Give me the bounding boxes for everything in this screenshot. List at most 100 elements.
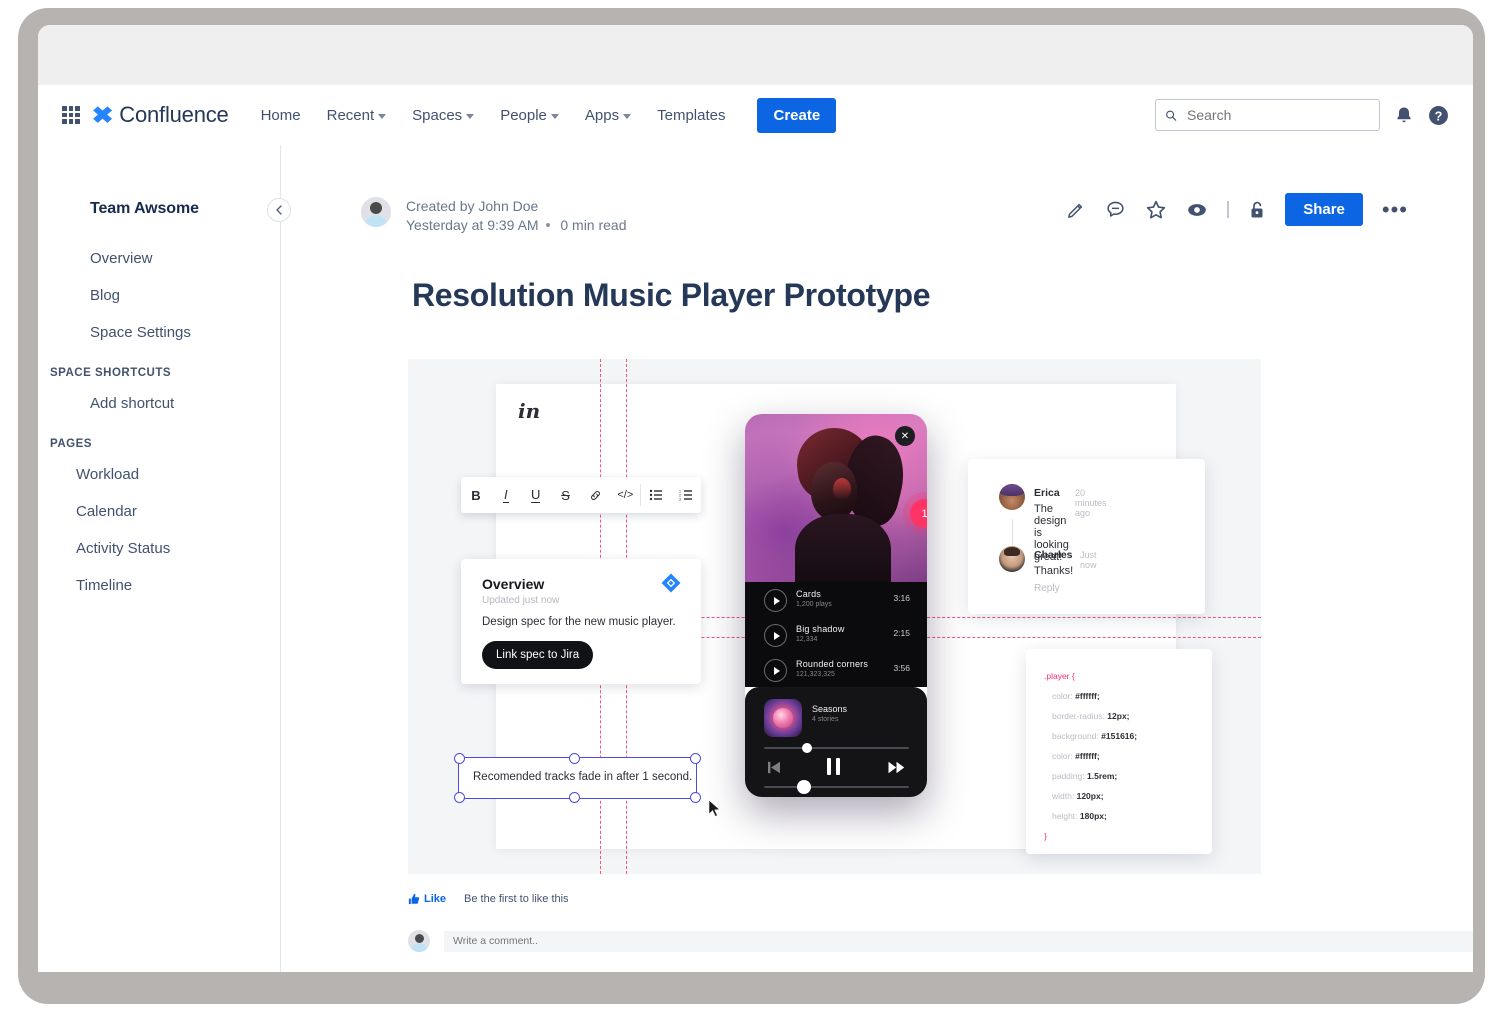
progress-slider[interactable] (764, 743, 909, 753)
close-x-icon[interactable]: ✕ (895, 426, 915, 446)
comment-icon[interactable] (1105, 199, 1126, 220)
search-input[interactable] (1185, 106, 1370, 124)
star-icon[interactable] (1145, 199, 1167, 221)
comment-text: Thanks! (1034, 565, 1074, 577)
code-value: 180px; (1079, 811, 1107, 821)
sidebar-item-timeline[interactable]: Timeline (38, 567, 280, 604)
code-value: 120px; (1076, 791, 1104, 801)
sidebar-collapse-button[interactable] (267, 198, 291, 222)
byline-text: Created by John Doe Yesterday at 9:39 AM… (406, 197, 627, 235)
commenter-avatar (999, 546, 1025, 572)
nav-item-recent[interactable]: Recent (325, 102, 389, 129)
pause-icon[interactable] (827, 758, 840, 780)
space-title: Team Awsome (90, 200, 199, 217)
bell-icon[interactable] (1394, 105, 1414, 125)
help-circle-icon[interactable]: ? (1428, 105, 1449, 126)
commenter-name: Charles (1034, 549, 1073, 561)
like-row: Like Be the first to like this (408, 893, 569, 905)
code-property: color: (1052, 691, 1073, 701)
sidebar-item-add-shortcut[interactable]: Add shortcut (38, 385, 280, 422)
underline-icon[interactable]: U (521, 487, 551, 503)
more-actions-icon[interactable]: ••• (1382, 198, 1408, 220)
chevron-down-icon (466, 113, 475, 119)
progress-slider-thumb[interactable] (802, 743, 812, 753)
code-line: color: #ffffff; (1052, 691, 1100, 701)
unlock-icon[interactable] (1248, 200, 1266, 220)
top-navigation-bar: ✖ Confluence Home Recent Spaces People A… (38, 85, 1473, 146)
sidebar-item-workload[interactable]: Workload (38, 456, 280, 493)
nav-item-home[interactable]: Home (259, 102, 303, 129)
search-box[interactable] (1155, 99, 1380, 131)
eye-icon[interactable] (1186, 199, 1208, 221)
comment-time: Just now (1080, 550, 1097, 570)
resize-handle-tr[interactable] (690, 753, 701, 764)
play-icon[interactable] (764, 589, 787, 612)
like-button[interactable]: Like (408, 893, 446, 905)
chevron-left-icon (276, 205, 282, 215)
share-button[interactable]: Share (1285, 193, 1363, 226)
resize-handle-bm[interactable] (569, 792, 580, 803)
volume-slider-thumb[interactable] (797, 780, 811, 794)
nav-label: Home (260, 106, 301, 124)
comment-input[interactable] (444, 930, 1473, 952)
volume-slider[interactable] (764, 780, 909, 794)
track-row[interactable]: Big shadow 12,334 2:15 (745, 617, 927, 652)
sidebar-item-calendar[interactable]: Calendar (38, 493, 280, 530)
code-property: height: (1052, 811, 1078, 821)
sidebar-item-space-settings[interactable]: Space Settings (38, 314, 280, 351)
comment-reply-link[interactable]: Reply (1034, 583, 1060, 594)
code-value: #151616; (1101, 731, 1138, 741)
track-plays: 1,200 plays (796, 601, 832, 608)
strikethrough-icon[interactable]: S (551, 488, 581, 503)
selected-textbox[interactable]: Recomended tracks fade in after 1 second… (454, 753, 701, 803)
track-row[interactable]: Cards 1,200 plays 3:16 (745, 582, 927, 617)
music-player-phone-mockup: ✕ Cards 1,200 plays 3:16 Big shadow 12,3… (745, 414, 927, 797)
nav-item-spaces[interactable]: Spaces (410, 102, 476, 129)
like-note: Be the first to like this (464, 893, 569, 905)
resize-handle-br[interactable] (690, 792, 701, 803)
italic-icon[interactable]: I (491, 487, 521, 503)
comment-row (408, 930, 1473, 952)
nav-item-templates[interactable]: Templates (655, 102, 727, 129)
nav-right-group: ? (1155, 99, 1449, 131)
app-switcher-icon[interactable] (62, 106, 80, 124)
code-closer: } (1044, 831, 1047, 841)
sidebar-item-blog[interactable]: Blog (38, 277, 280, 314)
track-name: Rounded corners (796, 659, 869, 669)
current-user-avatar (408, 930, 430, 952)
resize-handle-tl[interactable] (454, 753, 465, 764)
rewind-icon[interactable] (767, 761, 782, 779)
resize-handle-bl[interactable] (454, 792, 465, 803)
code-value: 12px; (1107, 711, 1130, 721)
nav-item-apps[interactable]: Apps (583, 102, 633, 129)
selected-textbox-text: Recomended tracks fade in after 1 second… (473, 771, 693, 783)
resize-handle-tm[interactable] (569, 753, 580, 764)
byline-read-time: 0 min read (560, 217, 627, 233)
create-button[interactable]: Create (757, 97, 837, 133)
link-spec-to-jira-button[interactable]: Link spec to Jira (482, 641, 594, 669)
play-icon[interactable] (764, 624, 787, 647)
bullet-list-icon[interactable] (641, 489, 671, 501)
numbered-list-icon[interactable]: 1 2 3 (671, 489, 701, 501)
play-icon[interactable] (764, 659, 787, 682)
mouse-pointer-icon (708, 799, 722, 818)
css-code-card: .player { color: #ffffff; border-radius:… (1026, 649, 1212, 854)
now-playing-panel: Seasons 4 stories (745, 687, 927, 797)
edit-pencil-icon[interactable] (1066, 200, 1086, 220)
primary-nav: Home Recent Spaces People Apps Templates (259, 97, 837, 133)
fast-forward-icon[interactable] (888, 761, 905, 779)
brand-label: Confluence (119, 102, 229, 127)
page-title: Resolution Music Player Prototype (412, 277, 931, 313)
nav-label: Recent (326, 106, 375, 124)
sidebar-item-activity-status[interactable]: Activity Status (38, 530, 280, 567)
link-icon[interactable] (581, 489, 611, 502)
code-icon[interactable]: </> (610, 489, 640, 501)
sidebar-item-overview[interactable]: Overview (38, 240, 280, 277)
track-row[interactable]: Rounded corners 121,323,325 3:56 (745, 652, 927, 687)
code-line: background: #151616; (1052, 731, 1137, 741)
nav-item-people[interactable]: People (498, 102, 561, 129)
code-value: #ffffff; (1075, 691, 1100, 701)
confluence-logo[interactable]: ✖ Confluence (92, 102, 229, 128)
bold-icon[interactable]: B (461, 488, 491, 503)
code-line: width: 120px; (1052, 791, 1104, 801)
